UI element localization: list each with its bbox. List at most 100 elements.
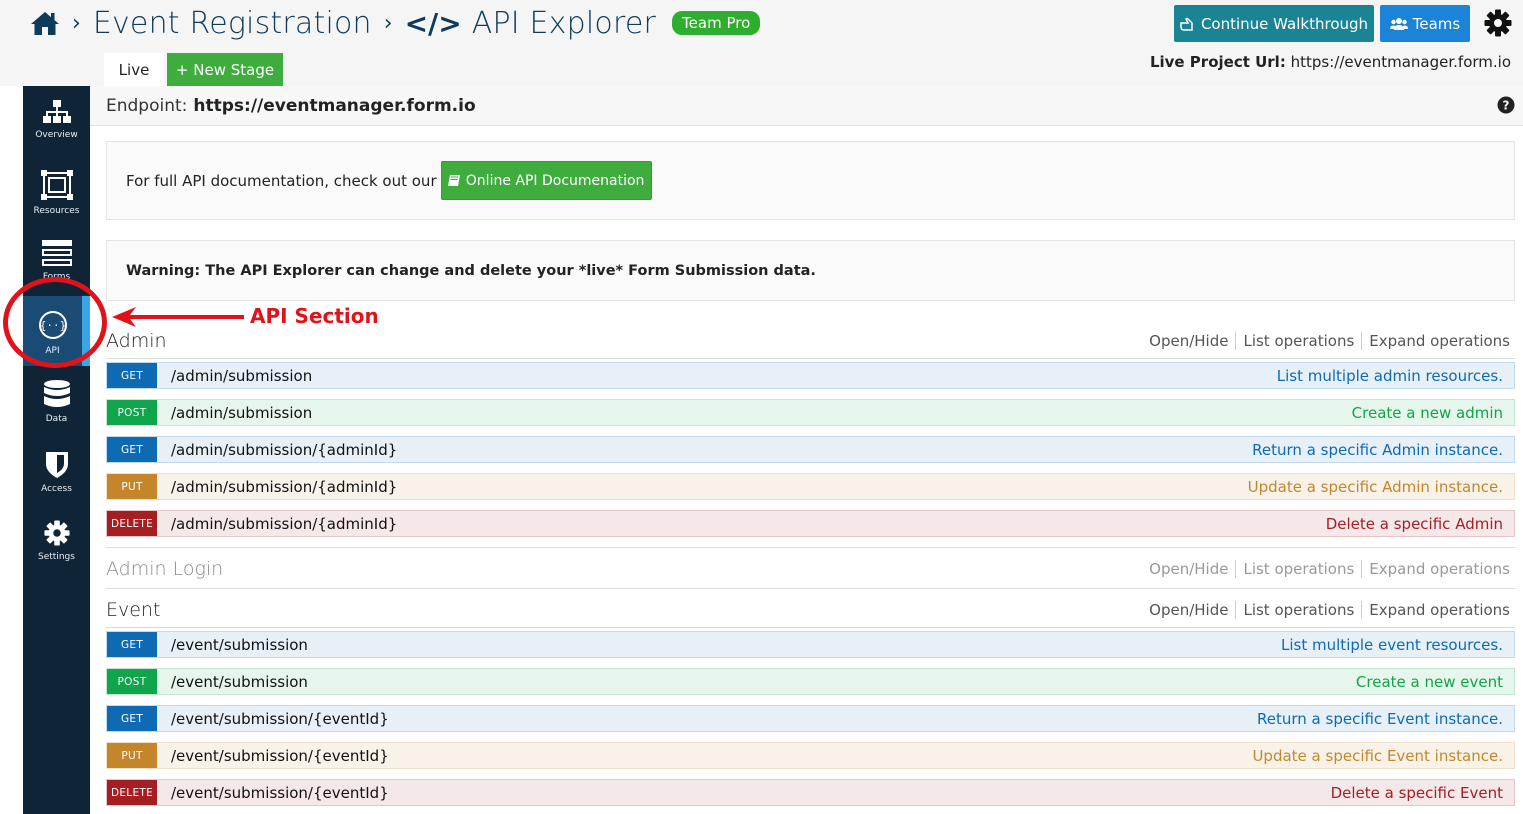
breadcrumb-separator: › <box>383 10 393 36</box>
live-url-value[interactable]: https://eventmanager.form.io <box>1291 53 1511 71</box>
group-name[interactable]: Admin Login <box>106 558 223 580</box>
method-badge: POST <box>107 400 157 425</box>
operation-description[interactable]: List multiple admin resources. <box>1277 367 1503 385</box>
tab-live[interactable]: Live <box>104 53 164 86</box>
open-hide-link[interactable]: Open/Hide <box>1149 332 1237 350</box>
breadcrumb: › Event Registration › </> API Explorer … <box>30 4 761 42</box>
operation-description[interactable]: Return a specific Admin instance. <box>1252 441 1503 459</box>
online-api-docs-button[interactable]: Online API Documenation <box>440 161 652 200</box>
continue-walkthrough-button[interactable]: Continue Walkthrough <box>1174 5 1374 42</box>
question-circle-icon[interactable]: ? <box>1497 96 1515 114</box>
resources-icon <box>40 170 73 200</box>
operation-description[interactable]: Create a new admin <box>1352 404 1503 422</box>
group-divider <box>106 627 1515 628</box>
sidebar-item-data[interactable]: Data <box>23 366 90 436</box>
operation-path[interactable]: /event/submission <box>171 636 1281 654</box>
expand-operations-link[interactable]: Expand operations <box>1362 560 1510 578</box>
api-docs-text: For full API documentation, check out ou… <box>126 171 437 190</box>
annotation-label: API Section <box>250 304 379 328</box>
plan-badge: Team Pro <box>672 11 761 35</box>
operation-path[interactable]: /admin/submission/{adminId} <box>171 515 1326 533</box>
operation-path[interactable]: /admin/submission/{adminId} <box>171 478 1248 496</box>
operation-row[interactable]: PUT /admin/submission/{adminId} Update a… <box>106 473 1515 500</box>
annotation-circle <box>3 277 107 368</box>
sidebar-item-overview[interactable]: Overview <box>23 86 90 156</box>
project-title[interactable]: Event Registration <box>93 6 372 41</box>
online-api-docs-label: Online API Documenation <box>465 172 645 189</box>
operation-description[interactable]: Delete a specific Admin <box>1326 515 1503 533</box>
settings-gear-icon[interactable] <box>1484 9 1512 37</box>
operation-path[interactable]: /event/submission/{eventId} <box>171 747 1252 765</box>
endpoint-bar: Endpoint: https://eventmanager.form.io ? <box>90 86 1523 126</box>
list-operations-link[interactable]: List operations <box>1236 560 1363 578</box>
operation-path[interactable]: /event/submission <box>171 673 1356 691</box>
operation-description[interactable]: Update a specific Event instance. <box>1252 747 1503 765</box>
api-docs-panel: For full API documentation, check out ou… <box>106 141 1515 220</box>
expand-operations-link[interactable]: Expand operations <box>1362 332 1510 350</box>
operation-row[interactable]: DELETE /admin/submission/{adminId} Delet… <box>106 510 1515 537</box>
operation-description[interactable]: Return a specific Event instance. <box>1257 710 1503 728</box>
gear-icon <box>43 520 70 546</box>
open-hide-link[interactable]: Open/Hide <box>1149 601 1237 619</box>
operation-row[interactable]: GET /admin/submission List multiple admi… <box>106 362 1515 389</box>
group-name[interactable]: Admin <box>106 330 167 352</box>
new-stage-button[interactable]: + New Stage <box>167 53 283 86</box>
annotation-arrow <box>112 307 244 327</box>
svg-text:?: ? <box>1503 99 1510 113</box>
method-badge: GET <box>107 363 157 388</box>
sidebar-item-label: Resources <box>33 206 80 216</box>
code-icon: </> <box>404 6 462 40</box>
method-badge: PUT <box>107 743 157 768</box>
operation-row[interactable]: PUT /event/submission/{eventId} Update a… <box>106 742 1515 769</box>
top-header: › Event Registration › </> API Explorer … <box>0 0 1523 86</box>
breadcrumb-separator: › <box>72 10 81 36</box>
sidebar-item-access[interactable]: Access <box>23 436 90 506</box>
operation-row[interactable]: DELETE /event/submission/{eventId} Delet… <box>106 779 1515 806</box>
operation-path[interactable]: /admin/submission/{adminId} <box>171 441 1252 459</box>
operation-path[interactable]: /admin/submission <box>171 404 1352 422</box>
operation-path[interactable]: /event/submission/{eventId} <box>171 784 1331 802</box>
operation-description[interactable]: List multiple event resources. <box>1281 636 1503 654</box>
list-operations-link[interactable]: List operations <box>1236 332 1363 350</box>
group-header-event: Event Open/Hide List operations Expand o… <box>106 589 1515 627</box>
forms-icon <box>41 240 72 266</box>
method-badge: PUT <box>107 474 157 499</box>
operation-row[interactable]: GET /event/submission List multiple even… <box>106 631 1515 658</box>
operation-path[interactable]: /admin/submission <box>171 367 1277 385</box>
group-name[interactable]: Event <box>106 599 160 621</box>
teams-label: Teams <box>1412 14 1461 33</box>
operation-description[interactable]: Delete a specific Event <box>1331 784 1503 802</box>
list-operations-link[interactable]: List operations <box>1236 601 1363 619</box>
operation-row[interactable]: POST /admin/submission Create a new admi… <box>106 399 1515 426</box>
sidebar: Overview Resources Forms {··} API Data A… <box>23 86 90 814</box>
sidebar-item-resources[interactable]: Resources <box>23 156 90 226</box>
expand-operations-link[interactable]: Expand operations <box>1362 601 1510 619</box>
sidebar-item-settings[interactable]: Settings <box>23 506 90 576</box>
method-badge: GET <box>107 437 157 462</box>
open-hide-link[interactable]: Open/Hide <box>1149 560 1237 578</box>
method-badge: GET <box>107 632 157 657</box>
warning-text: Warning: The API Explorer can change and… <box>126 262 816 279</box>
database-icon <box>43 380 70 407</box>
method-badge: DELETE <box>107 511 157 536</box>
operation-description[interactable]: Create a new event <box>1356 673 1503 691</box>
group-operations: Open/Hide List operations Expand operati… <box>1149 560 1510 578</box>
shield-icon <box>45 452 68 478</box>
home-icon[interactable] <box>30 10 60 36</box>
warning-panel: Warning: The API Explorer can change and… <box>106 240 1515 301</box>
sitemap-icon <box>42 100 71 123</box>
operation-row[interactable]: GET /event/submission/{eventId} Return a… <box>106 705 1515 732</box>
hand-pointer-icon <box>1180 17 1193 31</box>
page-title: API Explorer <box>471 5 657 41</box>
group-divider <box>106 358 1515 359</box>
live-project-url: Live Project Url: https://eventmanager.f… <box>1150 53 1511 71</box>
method-badge: DELETE <box>107 780 157 805</box>
method-badge: GET <box>107 706 157 731</box>
operation-row[interactable]: POST /event/submission Create a new even… <box>106 668 1515 695</box>
live-url-label: Live Project Url: <box>1149 53 1286 71</box>
operation-path[interactable]: /event/submission/{eventId} <box>171 710 1257 728</box>
teams-button[interactable]: Teams <box>1380 5 1470 42</box>
operation-row[interactable]: GET /admin/submission/{adminId} Return a… <box>106 436 1515 463</box>
endpoint-label: Endpoint: <box>106 95 188 116</box>
operation-description[interactable]: Update a specific Admin instance. <box>1248 478 1503 496</box>
